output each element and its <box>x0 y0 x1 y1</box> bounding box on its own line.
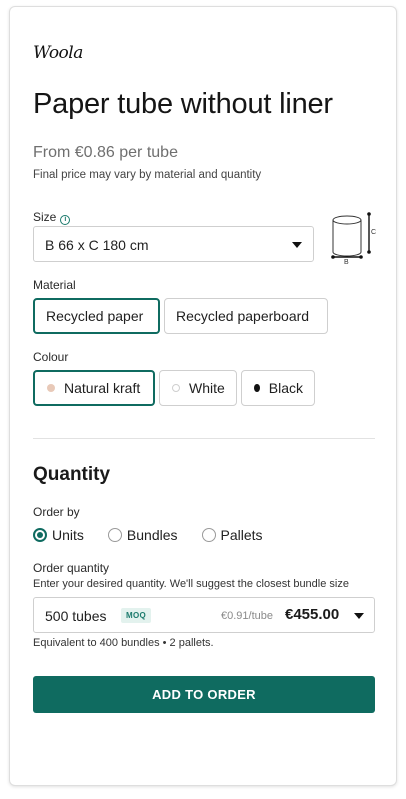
material-option-label: Recycled paperboard <box>176 308 310 324</box>
radio-icon <box>201 528 216 542</box>
radio-icon <box>33 528 47 542</box>
material-option-label: Recycled paper <box>46 308 144 324</box>
quantity-equivalent: Equivalent to 400 bundles • 2 pallets. <box>33 637 214 649</box>
size-selected-value: B 66 x C 180 cm <box>45 237 149 253</box>
size-label-row: Size i <box>33 210 71 225</box>
diagram-label-c: C <box>371 229 376 236</box>
order-quantity-label: Order quantity <box>33 561 110 575</box>
moq-badge: MOQ <box>121 608 152 623</box>
material-option-recycled-paperboard[interactable]: Recycled paperboard <box>164 298 328 334</box>
info-icon[interactable]: i <box>60 215 71 225</box>
radio-label: Units <box>52 527 84 543</box>
radio-label: Bundles <box>126 527 178 543</box>
chevron-down-icon <box>292 242 302 248</box>
order-quantity-hint: Enter your desired quantity. We'll sugge… <box>33 578 349 590</box>
quantity-select[interactable]: 500 tubes MOQ €0.91/tube €455.00 <box>33 597 375 633</box>
colour-option-black[interactable]: Black <box>241 370 315 406</box>
product-card: Woola Paper tube without liner From €0.8… <box>9 6 397 786</box>
size-select[interactable]: B 66 x C 180 cm <box>33 226 314 262</box>
size-label: Size <box>33 210 57 224</box>
radio-icon <box>107 528 122 542</box>
product-price: From €0.86 per tube <box>33 144 178 161</box>
material-label: Material <box>33 278 76 292</box>
radio-pallets[interactable]: Pallets <box>201 527 263 543</box>
colour-option-natural-kraft[interactable]: Natural kraft <box>33 370 155 406</box>
tube-dimension-diagram: C B <box>331 212 376 264</box>
order-by-label: Order by <box>33 505 80 519</box>
colour-option-label: White <box>189 380 225 396</box>
colour-option-white[interactable]: White <box>159 370 237 406</box>
radio-bundles[interactable]: Bundles <box>107 527 178 543</box>
diagram-label-b: B <box>344 259 349 264</box>
radio-units[interactable]: Units <box>33 527 84 543</box>
quantity-heading: Quantity <box>33 464 111 485</box>
material-option-recycled-paper[interactable]: Recycled paper <box>33 298 160 334</box>
radio-label: Pallets <box>220 527 263 543</box>
product-title: Paper tube without liner <box>33 88 333 120</box>
colour-label: Colour <box>33 350 69 364</box>
total-price: €455.00 <box>285 606 340 623</box>
chevron-down-icon <box>354 613 364 619</box>
add-to-order-button[interactable]: ADD TO ORDER <box>33 676 375 713</box>
brand-logo[interactable]: Woola <box>33 43 83 63</box>
section-divider <box>33 438 375 439</box>
price-note: Final price may vary by material and qua… <box>33 169 262 181</box>
quantity-value: 500 tubes <box>45 608 107 624</box>
colour-option-label: Natural kraft <box>64 380 141 396</box>
unit-price: €0.91/tube <box>221 610 273 622</box>
colour-option-label: Black <box>268 380 303 396</box>
order-by-radio-group: Units Bundles Pallets <box>33 527 287 543</box>
